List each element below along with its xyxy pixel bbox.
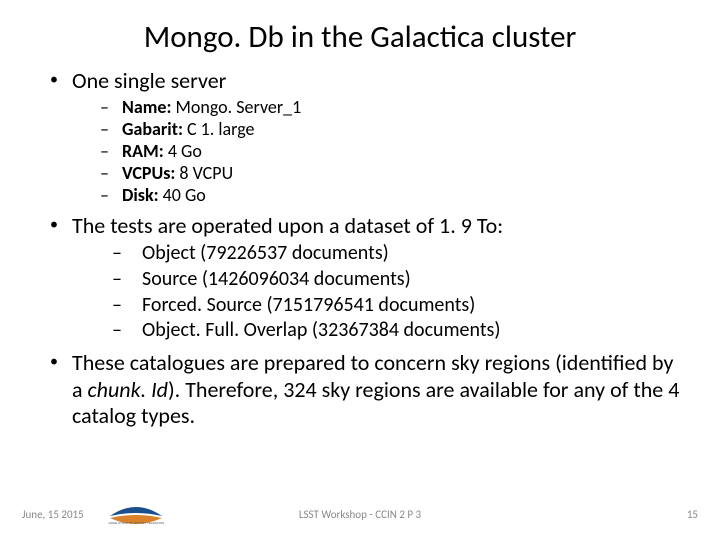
spec-value: 8 VCPU [175, 162, 233, 184]
dataset-object: Object (79226537 documents) [112, 241, 680, 267]
spec-value: 4 Go [164, 140, 202, 162]
slide-title: Mongo. Db in the Galactica cluster [40, 18, 680, 56]
spec-label: Disk: [122, 184, 159, 206]
spec-label: VCPUs: [122, 162, 175, 184]
slide: Mongo. Db in the Galactica cluster One s… [0, 0, 720, 540]
footer-date: June, 15 2015 [22, 508, 84, 521]
spec-label: Gabarit: [122, 118, 183, 140]
spec-value: 40 Go [159, 184, 206, 206]
footer-center: LSST Workshop - CCIN 2 P 3 [299, 508, 421, 521]
dataset-text: Source (1426096034 documents) [142, 267, 411, 291]
spec-label: RAM: [122, 140, 164, 162]
spec-gabarit: Gabarit: C 1. large [100, 119, 680, 141]
spec-name: Name: Mongo. Server_1 [100, 97, 680, 119]
bullet-text: One single server [72, 67, 226, 94]
svg-text:LARGE SYNOPTIC SURVEY TELESCOP: LARGE SYNOPTIC SURVEY TELESCOPE [108, 521, 164, 525]
spec-label: Name: [122, 96, 171, 118]
cat-text-em: chunk. Id [88, 376, 168, 403]
spec-value: Mongo. Server_1 [171, 96, 301, 118]
footer-page-number: 15 [687, 508, 698, 521]
dataset-text: Object. Full. Overlap (32367384 document… [142, 318, 500, 342]
bullet-catalogues: These catalogues are prepared to concern… [46, 350, 680, 430]
dataset-forced-source: Forced. Source (7151796541 documents) [112, 293, 680, 319]
dataset-source: Source (1426096034 documents) [112, 267, 680, 293]
bullet-list: One single server Name: Mongo. Server_1 … [40, 68, 680, 430]
footer-left: June, 15 2015 LARGE SYNOPTIC SURVEY TELE… [22, 502, 164, 526]
lsst-logo-icon: LARGE SYNOPTIC SURVEY TELESCOPE [108, 502, 164, 526]
dataset-text: Object (79226537 documents) [142, 241, 389, 265]
bullet-text: The tests are operated upon a dataset of… [72, 212, 503, 239]
spec-disk: Disk: 40 Go [100, 185, 680, 207]
spec-ram: RAM: 4 Go [100, 141, 680, 163]
spec-value: C 1. large [183, 118, 255, 140]
lsst-logo: LARGE SYNOPTIC SURVEY TELESCOPE [108, 502, 164, 526]
server-spec-list: Name: Mongo. Server_1 Gabarit: C 1. larg… [72, 97, 680, 207]
footer: June, 15 2015 LARGE SYNOPTIC SURVEY TELE… [0, 502, 720, 526]
bullet-dataset: The tests are operated upon a dataset of… [46, 213, 680, 344]
dataset-text: Forced. Source (7151796541 documents) [142, 293, 475, 317]
dataset-list: Object (79226537 documents) Source (1426… [72, 241, 680, 343]
dataset-object-full-overlap: Object. Full. Overlap (32367384 document… [112, 318, 680, 344]
bullet-one-server: One single server Name: Mongo. Server_1 … [46, 68, 680, 207]
spec-vcpus: VCPUs: 8 VCPU [100, 163, 680, 185]
